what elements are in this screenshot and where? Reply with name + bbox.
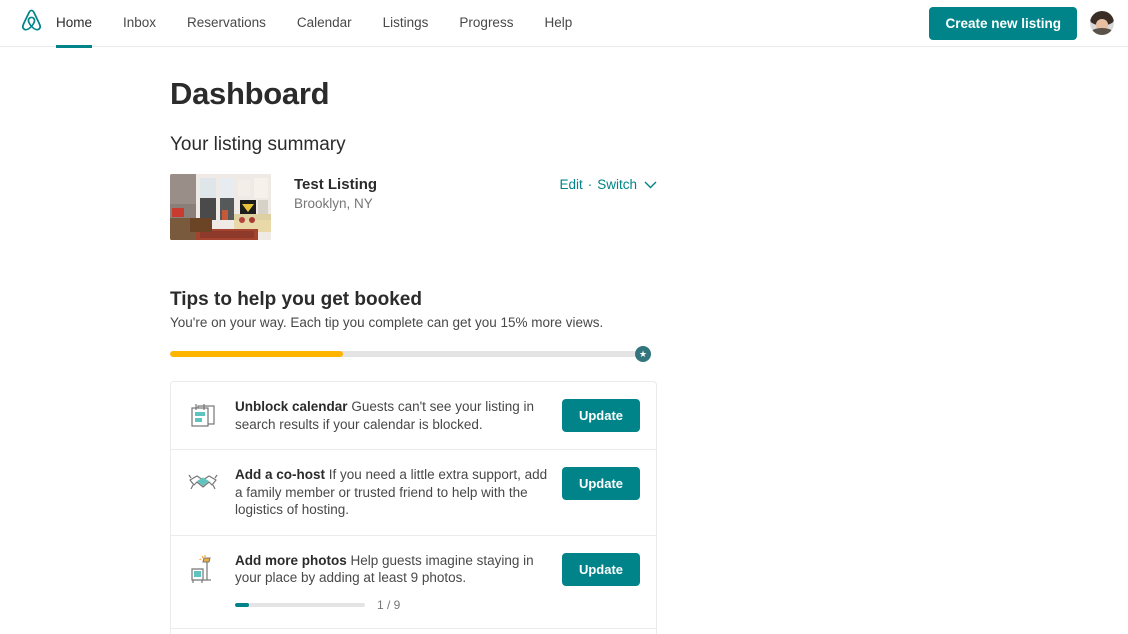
header-actions: Create new listing bbox=[929, 6, 1114, 40]
page-title: Dashboard bbox=[170, 76, 330, 111]
listing-summary-row: Test Listing Brooklyn, NY Edit · Switch bbox=[170, 174, 657, 240]
create-new-listing-button[interactable]: Create new listing bbox=[929, 6, 1077, 40]
tip-title: Unblock calendar bbox=[235, 399, 348, 414]
tips-subtitle: You're on your way. Each tip you complet… bbox=[170, 315, 604, 330]
listing-thumbnail[interactable] bbox=[170, 174, 271, 240]
user-avatar[interactable] bbox=[1090, 11, 1114, 35]
tip-text: Unblock calendar Guests can't see your l… bbox=[235, 398, 550, 433]
progress-track bbox=[170, 351, 637, 357]
tip-text: Add more photos Help guests imagine stay… bbox=[235, 552, 550, 587]
tip-body: Unblock calendar Guests can't see your l… bbox=[235, 398, 562, 433]
update-button-add-more-photos[interactable]: Update bbox=[561, 552, 640, 586]
listing-name: Test Listing bbox=[294, 176, 378, 193]
tip-text: Add a co-host If you need a little extra… bbox=[235, 466, 550, 519]
airbnb-belo-icon bbox=[20, 8, 43, 38]
photos-progress-fill bbox=[235, 602, 250, 607]
tips-progress-bar: ★ bbox=[170, 346, 657, 362]
nav-item-calendar[interactable]: Calendar bbox=[297, 0, 352, 47]
calendar-icon bbox=[188, 400, 218, 432]
handshake-icon bbox=[188, 468, 218, 500]
tip-row-unblock-calendar: Unblock calendar Guests can't see your l… bbox=[171, 382, 656, 450]
progress-fill bbox=[170, 351, 343, 357]
switch-listing-link[interactable]: Switch bbox=[597, 177, 637, 192]
listing-info: Test Listing Brooklyn, NY bbox=[294, 174, 377, 211]
tips-header: Tips to help you get booked You're on yo… bbox=[170, 289, 1128, 330]
nav-item-reservations[interactable]: Reservations bbox=[187, 0, 266, 47]
nav-label-listings: Listings bbox=[382, 14, 429, 30]
avatar-body bbox=[1091, 27, 1113, 35]
nav-label-home: Home bbox=[56, 14, 93, 30]
chevron-down-icon[interactable] bbox=[644, 181, 657, 189]
listing-actions: Edit · Switch bbox=[559, 174, 657, 192]
dashboard-content: Dashboard Your listing summary Test List… bbox=[0, 47, 1128, 634]
main-nav: Home Inbox Reservations Calendar Listing… bbox=[56, 0, 603, 48]
photos-progress: 1 / 9 bbox=[235, 598, 550, 612]
nav-label-progress: Progress bbox=[459, 14, 514, 30]
furniture-lamp-icon bbox=[188, 554, 218, 586]
tip-body: Add more photos Help guests imagine stay… bbox=[235, 552, 562, 612]
tip-row-add-co-host: Add a co-host If you need a little extra… bbox=[171, 450, 656, 536]
photos-progress-label: 1 / 9 bbox=[377, 597, 401, 612]
listing-location: Brooklyn, NY bbox=[294, 196, 373, 211]
update-button-add-co-host[interactable]: Update bbox=[561, 467, 640, 500]
edit-listing-link[interactable]: Edit bbox=[559, 177, 582, 192]
nav-item-progress[interactable]: Progress bbox=[459, 0, 513, 47]
nav-item-help[interactable]: Help bbox=[544, 0, 572, 47]
tip-body: Add a co-host If you need a little extra… bbox=[235, 466, 562, 519]
nav-label-help: Help bbox=[544, 14, 573, 30]
nav-item-listings[interactable]: Listings bbox=[383, 0, 429, 47]
airbnb-logo-link[interactable] bbox=[0, 8, 56, 38]
star-badge-icon: ★ bbox=[635, 346, 651, 362]
nav-label-calendar: Calendar bbox=[296, 14, 352, 30]
action-separator: · bbox=[587, 177, 593, 192]
tip-row-add-more-photos: Add more photos Help guests imagine stay… bbox=[171, 536, 656, 629]
tips-list: Unblock calendar Guests can't see your l… bbox=[170, 381, 657, 634]
nav-label-inbox: Inbox bbox=[123, 14, 157, 30]
listing-summary-heading: Your listing summary bbox=[170, 134, 346, 155]
top-navigation-bar: Home Inbox Reservations Calendar Listing… bbox=[0, 0, 1128, 48]
nav-item-inbox[interactable]: Inbox bbox=[123, 0, 156, 47]
photos-progress-track bbox=[235, 602, 365, 607]
update-button-unblock-calendar[interactable]: Update bbox=[561, 399, 640, 432]
nav-item-home[interactable]: Home bbox=[56, 0, 93, 48]
nav-label-reservations: Reservations bbox=[187, 14, 266, 30]
tip-title: Add more photos bbox=[235, 552, 347, 568]
tip-title: Add a co-host bbox=[235, 467, 325, 482]
tips-title: Tips to help you get booked bbox=[170, 289, 422, 310]
tip-row-write-description: Write a detailed description Take this t… bbox=[171, 629, 656, 634]
